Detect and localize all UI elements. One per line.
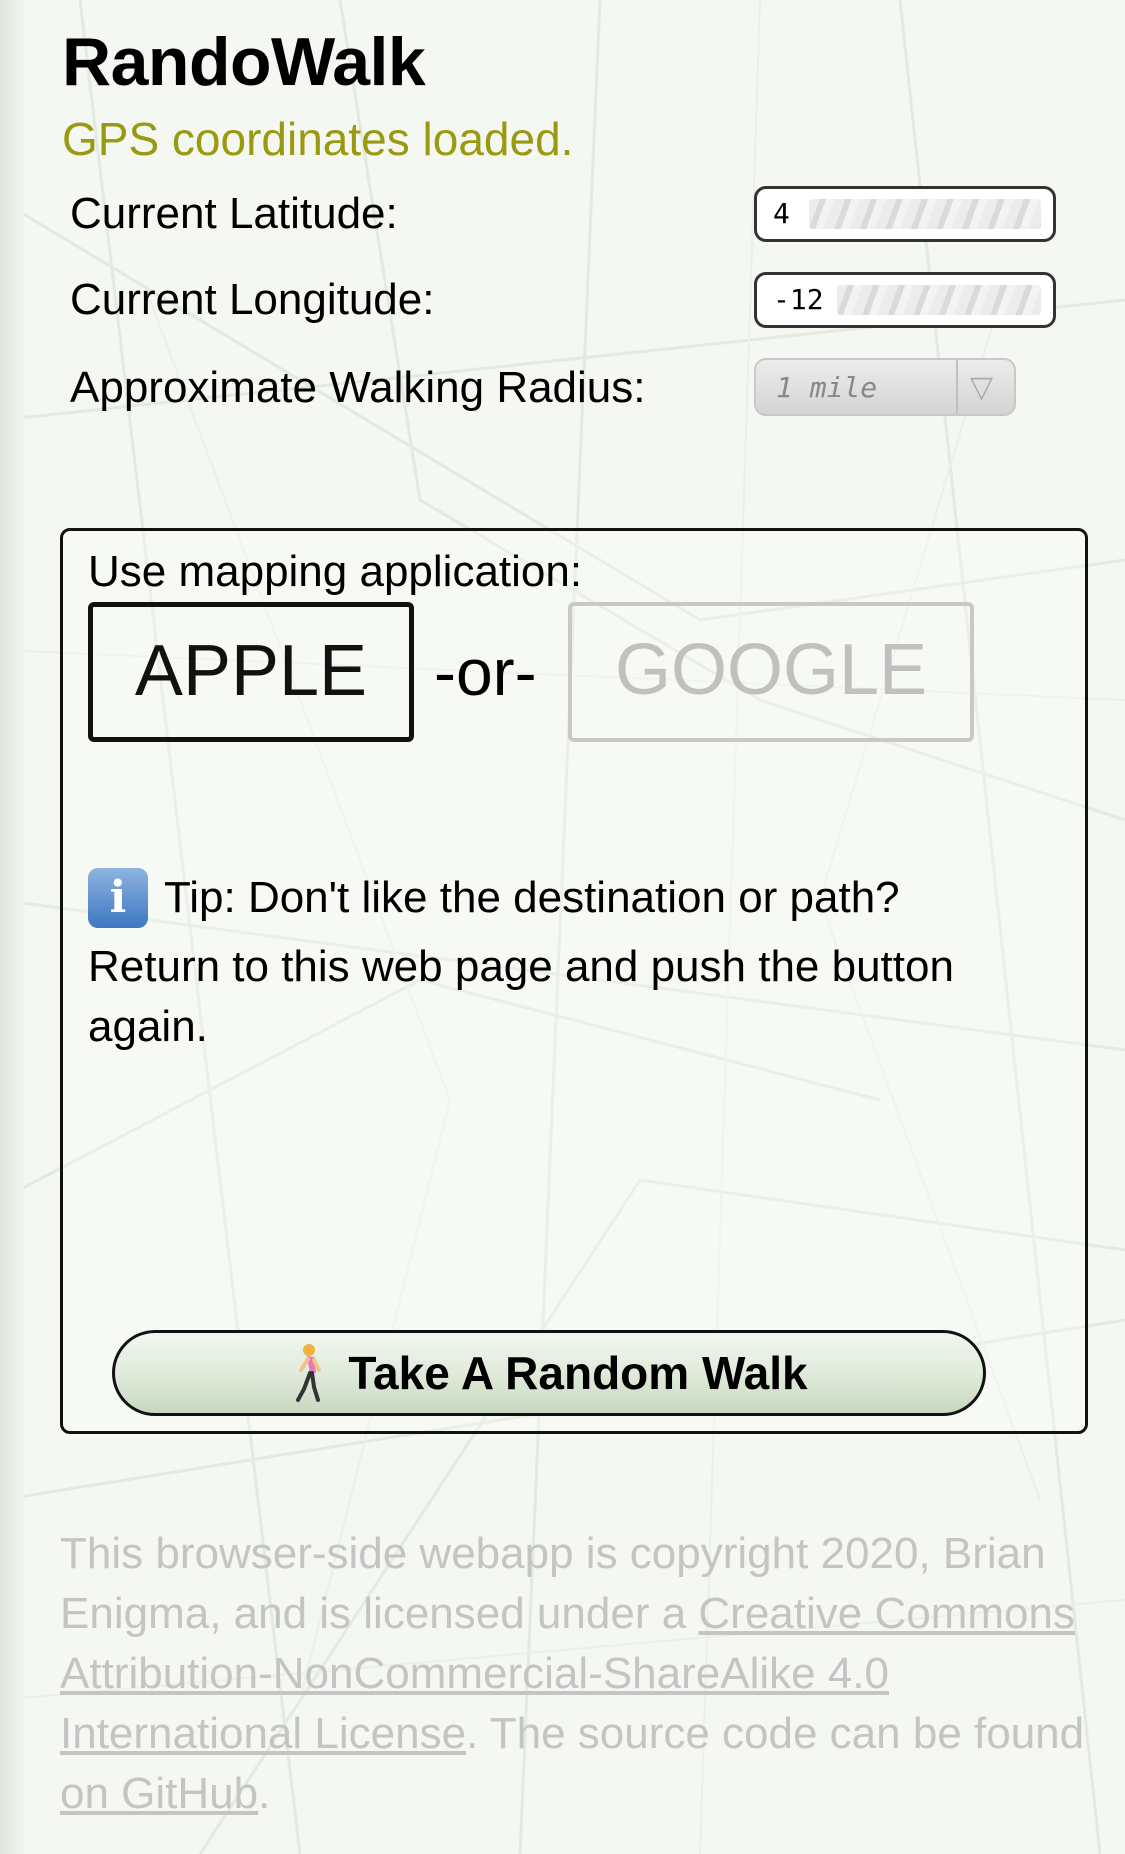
person-walking-icon: [296, 1344, 322, 1402]
latitude-input[interactable]: 4: [754, 186, 1056, 242]
latitude-redaction: [809, 199, 1041, 229]
longitude-redaction: [837, 285, 1041, 315]
footer-license: This browser-side webapp is copyright 20…: [60, 1524, 1125, 1824]
footer-text-2: . The source code can be found: [466, 1709, 1085, 1758]
latitude-label: Current Latitude:: [70, 189, 398, 238]
take-random-walk-button[interactable]: Take A Random Walk: [112, 1330, 986, 1416]
or-separator: -or-: [434, 635, 537, 709]
gps-status: GPS coordinates loaded.: [62, 113, 574, 165]
triangle-down-icon: ▽: [970, 371, 994, 404]
select-divider: [956, 360, 958, 414]
radius-label: Approximate Walking Radius:: [70, 363, 646, 412]
apple-maps-button[interactable]: APPLE: [88, 602, 414, 742]
radius-value: 1 mile: [776, 371, 878, 404]
radius-select[interactable]: 1 mile ▽: [754, 358, 1016, 416]
app-title: RandoWalk: [62, 24, 426, 100]
walk-button-label: Take A Random Walk: [348, 1347, 808, 1399]
footer-text-3: .: [258, 1769, 271, 1818]
longitude-input[interactable]: -12: [754, 272, 1056, 328]
left-edge-strip: [0, 0, 24, 1854]
longitude-value: -12: [773, 283, 824, 316]
tip-text-continued: Return to this web page and push the but…: [88, 942, 954, 1051]
latitude-value: 4: [773, 197, 790, 230]
google-maps-button[interactable]: GOOGLE: [568, 602, 974, 742]
tip-text: Tip: Don't like the destination or path?: [164, 873, 900, 922]
longitude-label: Current Longitude:: [70, 275, 435, 324]
info-icon: i: [88, 868, 148, 928]
github-link[interactable]: on GitHub: [60, 1769, 258, 1818]
mapping-label: Use mapping application:: [88, 547, 583, 596]
